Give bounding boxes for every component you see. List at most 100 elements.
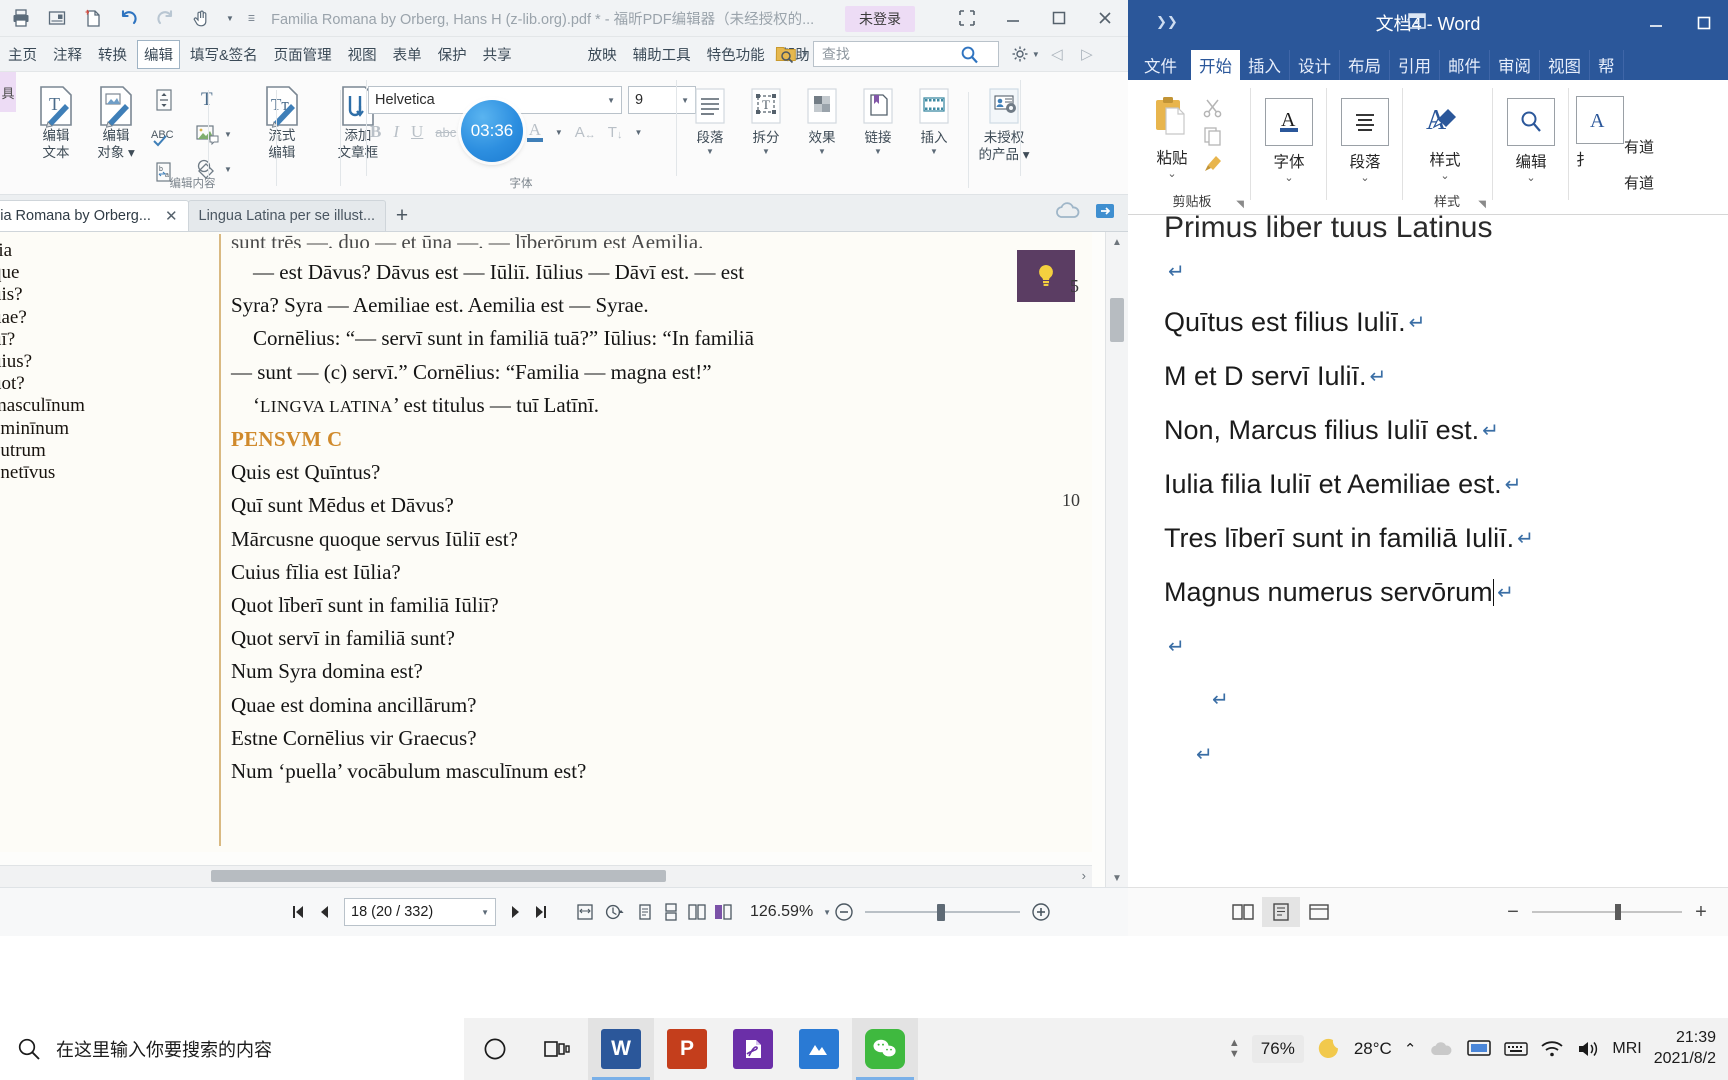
menu-item-8[interactable]: 保护 bbox=[432, 41, 473, 68]
copy-icon[interactable] bbox=[1202, 126, 1224, 146]
link-button[interactable]: 链接 ▼ bbox=[850, 84, 906, 164]
volume-icon[interactable] bbox=[1576, 1039, 1600, 1059]
zoom-slider[interactable] bbox=[865, 902, 1021, 922]
flow-edit-button[interactable]: Tт 流式 编辑 bbox=[254, 82, 310, 162]
pdf-horizontal-scrollbar[interactable]: › bbox=[0, 865, 1092, 888]
link-dropdown-icon[interactable]: ▼ bbox=[874, 147, 882, 156]
rotate-button[interactable] bbox=[598, 897, 632, 927]
insert-dropdown-icon[interactable]: ▼ bbox=[930, 147, 938, 156]
clipboard-dialog-launcher-icon[interactable]: ◥ bbox=[1236, 199, 1244, 210]
pdf-hscroll-right-arrow[interactable]: › bbox=[1082, 868, 1086, 883]
minimize-icon[interactable] bbox=[1632, 0, 1680, 46]
text-direction-button[interactable]: A ↔ bbox=[575, 124, 596, 141]
taskbar-clock[interactable]: 21:39 2021/8/2 bbox=[1654, 1028, 1716, 1070]
print-icon[interactable] bbox=[10, 7, 32, 29]
new-tab-button[interactable]: + bbox=[385, 201, 419, 231]
split-dropdown-icon[interactable]: ▼ bbox=[762, 147, 770, 156]
input-method-indicator[interactable]: MRI bbox=[1612, 1040, 1641, 1058]
read-mode-icon[interactable] bbox=[1224, 897, 1262, 927]
ribbon-display-options-icon[interactable] bbox=[1406, 11, 1428, 31]
menu-item-5[interactable]: 页面管理 bbox=[268, 41, 338, 68]
sync-icon[interactable] bbox=[1094, 201, 1116, 221]
search-folder-icon[interactable] bbox=[775, 44, 797, 64]
ribbon-prev-icon[interactable]: ◁ bbox=[1044, 41, 1070, 67]
settings-dropdown-icon[interactable]: ▼ bbox=[1032, 50, 1040, 59]
styles-dropdown-icon[interactable]: ⌄ bbox=[1440, 169, 1449, 182]
chevron-up-icon[interactable]: ⌃ bbox=[1404, 1040, 1417, 1058]
minimize-icon[interactable] bbox=[990, 0, 1036, 36]
bold-button[interactable]: B bbox=[370, 122, 381, 142]
menu-item-9[interactable]: 共享 bbox=[477, 41, 518, 68]
unlicensed-product-button[interactable]: 未授权 的产品 ▾ bbox=[968, 84, 1040, 164]
taskbar-search[interactable]: 在这里输入你要搜索的内容 bbox=[0, 1018, 464, 1080]
tab-design[interactable]: 设计 bbox=[1290, 50, 1340, 80]
ribbon-next-icon[interactable]: ▷ bbox=[1074, 41, 1100, 67]
word-zoom-slider[interactable] bbox=[1532, 902, 1682, 922]
screen-recorder-timer[interactable]: 03:36 bbox=[461, 100, 523, 162]
editing-dropdown-icon[interactable]: ⌄ bbox=[1526, 171, 1535, 184]
insert-button[interactable]: 插入 ▼ bbox=[906, 84, 962, 164]
paragraph-dropdown-icon[interactable]: ⌄ bbox=[1360, 171, 1369, 184]
settings-gear-icon[interactable]: ▼ bbox=[1011, 45, 1040, 63]
two-page-view-button[interactable] bbox=[684, 897, 710, 927]
word-zoom-in-button[interactable]: + bbox=[1682, 897, 1720, 927]
pdf-vscroll-thumb[interactable] bbox=[1110, 298, 1124, 342]
display-icon[interactable] bbox=[1466, 1039, 1492, 1059]
tab-references[interactable]: 引用 bbox=[1390, 50, 1440, 80]
continuous-page-view-button[interactable] bbox=[658, 897, 684, 927]
maximize-icon[interactable] bbox=[1680, 0, 1728, 46]
next-page-button[interactable] bbox=[502, 897, 528, 927]
tab-mailings[interactable]: 邮件 bbox=[1440, 50, 1490, 80]
two-page-cover-view-button[interactable] bbox=[710, 897, 736, 927]
fit-page-button[interactable] bbox=[572, 897, 598, 927]
cut-icon[interactable] bbox=[1202, 98, 1224, 118]
undo-icon[interactable] bbox=[118, 7, 140, 29]
youdao-item-0[interactable]: 有道 bbox=[1624, 136, 1654, 157]
close-icon[interactable] bbox=[1082, 0, 1128, 36]
effect-button[interactable]: 效果 ▼ bbox=[794, 84, 850, 164]
font-button[interactable]: A 字体 ⌄ bbox=[1265, 98, 1313, 184]
cloud-icon[interactable] bbox=[1428, 1039, 1454, 1059]
paragraph-button[interactable]: 段落 ▼ bbox=[682, 84, 738, 164]
tab-insert[interactable]: 插入 bbox=[1240, 50, 1290, 80]
editing-button[interactable]: 编辑 ⌄ bbox=[1507, 98, 1555, 184]
menu-item-11[interactable]: 辅助工具 bbox=[627, 41, 697, 68]
word-document-area[interactable]: Primus liber tuus Latinus ↵ Quītus est f… bbox=[1128, 215, 1728, 936]
search-input[interactable] bbox=[819, 45, 960, 63]
redo-icon[interactable] bbox=[154, 7, 176, 29]
zoom-slider-knob[interactable] bbox=[937, 903, 946, 921]
zoom-dropdown-icon[interactable]: ▼ bbox=[823, 908, 831, 917]
maximize-icon[interactable] bbox=[1036, 0, 1082, 36]
taskbar-app-unknown-blue[interactable] bbox=[786, 1018, 852, 1080]
tab-home[interactable]: 开始 bbox=[1191, 50, 1240, 80]
underline-button[interactable]: U bbox=[411, 122, 423, 142]
keyboard-icon[interactable] bbox=[1504, 1039, 1529, 1059]
styles-dialog-launcher-icon[interactable]: ◥ bbox=[1478, 199, 1486, 210]
document-tab-1[interactable]: Lingua Latina per se illust... bbox=[187, 200, 387, 231]
font-dropdown-icon[interactable]: ⌄ bbox=[1284, 171, 1293, 184]
spell-check-icon[interactable]: ABC bbox=[148, 120, 180, 154]
web-layout-icon[interactable] bbox=[1300, 897, 1338, 927]
tab-review[interactable]: 审阅 bbox=[1490, 50, 1540, 80]
font-color-dropdown-icon[interactable]: ▼ bbox=[555, 128, 563, 137]
menu-item-6[interactable]: 视图 bbox=[342, 41, 383, 68]
font-color-button[interactable]: A bbox=[526, 121, 543, 142]
paste-button[interactable]: 粘贴 ⌄ bbox=[1148, 94, 1196, 180]
paragraph-spacing-icon[interactable] bbox=[148, 84, 180, 118]
hand-tool-dropdown-icon[interactable]: ▼ bbox=[226, 14, 234, 23]
battery-badge[interactable]: 76% bbox=[1251, 1035, 1304, 1063]
pdf-vscroll-up-arrow[interactable]: ▲ bbox=[1106, 232, 1128, 252]
new-from-page-icon[interactable] bbox=[46, 7, 68, 29]
tab-view[interactable]: 视图 bbox=[1540, 50, 1590, 80]
line-spacing-button[interactable]: T ↓ bbox=[608, 124, 623, 141]
menu-item-7[interactable]: 表单 bbox=[387, 41, 428, 68]
zoom-in-button[interactable] bbox=[1028, 897, 1054, 927]
effect-dropdown-icon[interactable]: ▼ bbox=[818, 147, 826, 156]
styles-button[interactable]: A 样式 ⌄ bbox=[1424, 98, 1466, 182]
pdf-viewer[interactable]: ria que uis? uae? uī? uius? uot? masculī… bbox=[0, 232, 1128, 888]
menu-item-0[interactable]: 主页 bbox=[2, 41, 43, 68]
single-page-view-button[interactable] bbox=[632, 897, 658, 927]
paste-dropdown-icon[interactable]: ⌄ bbox=[1167, 167, 1176, 180]
first-page-button[interactable] bbox=[286, 897, 312, 927]
menu-item-3[interactable]: 编辑 bbox=[137, 39, 180, 69]
